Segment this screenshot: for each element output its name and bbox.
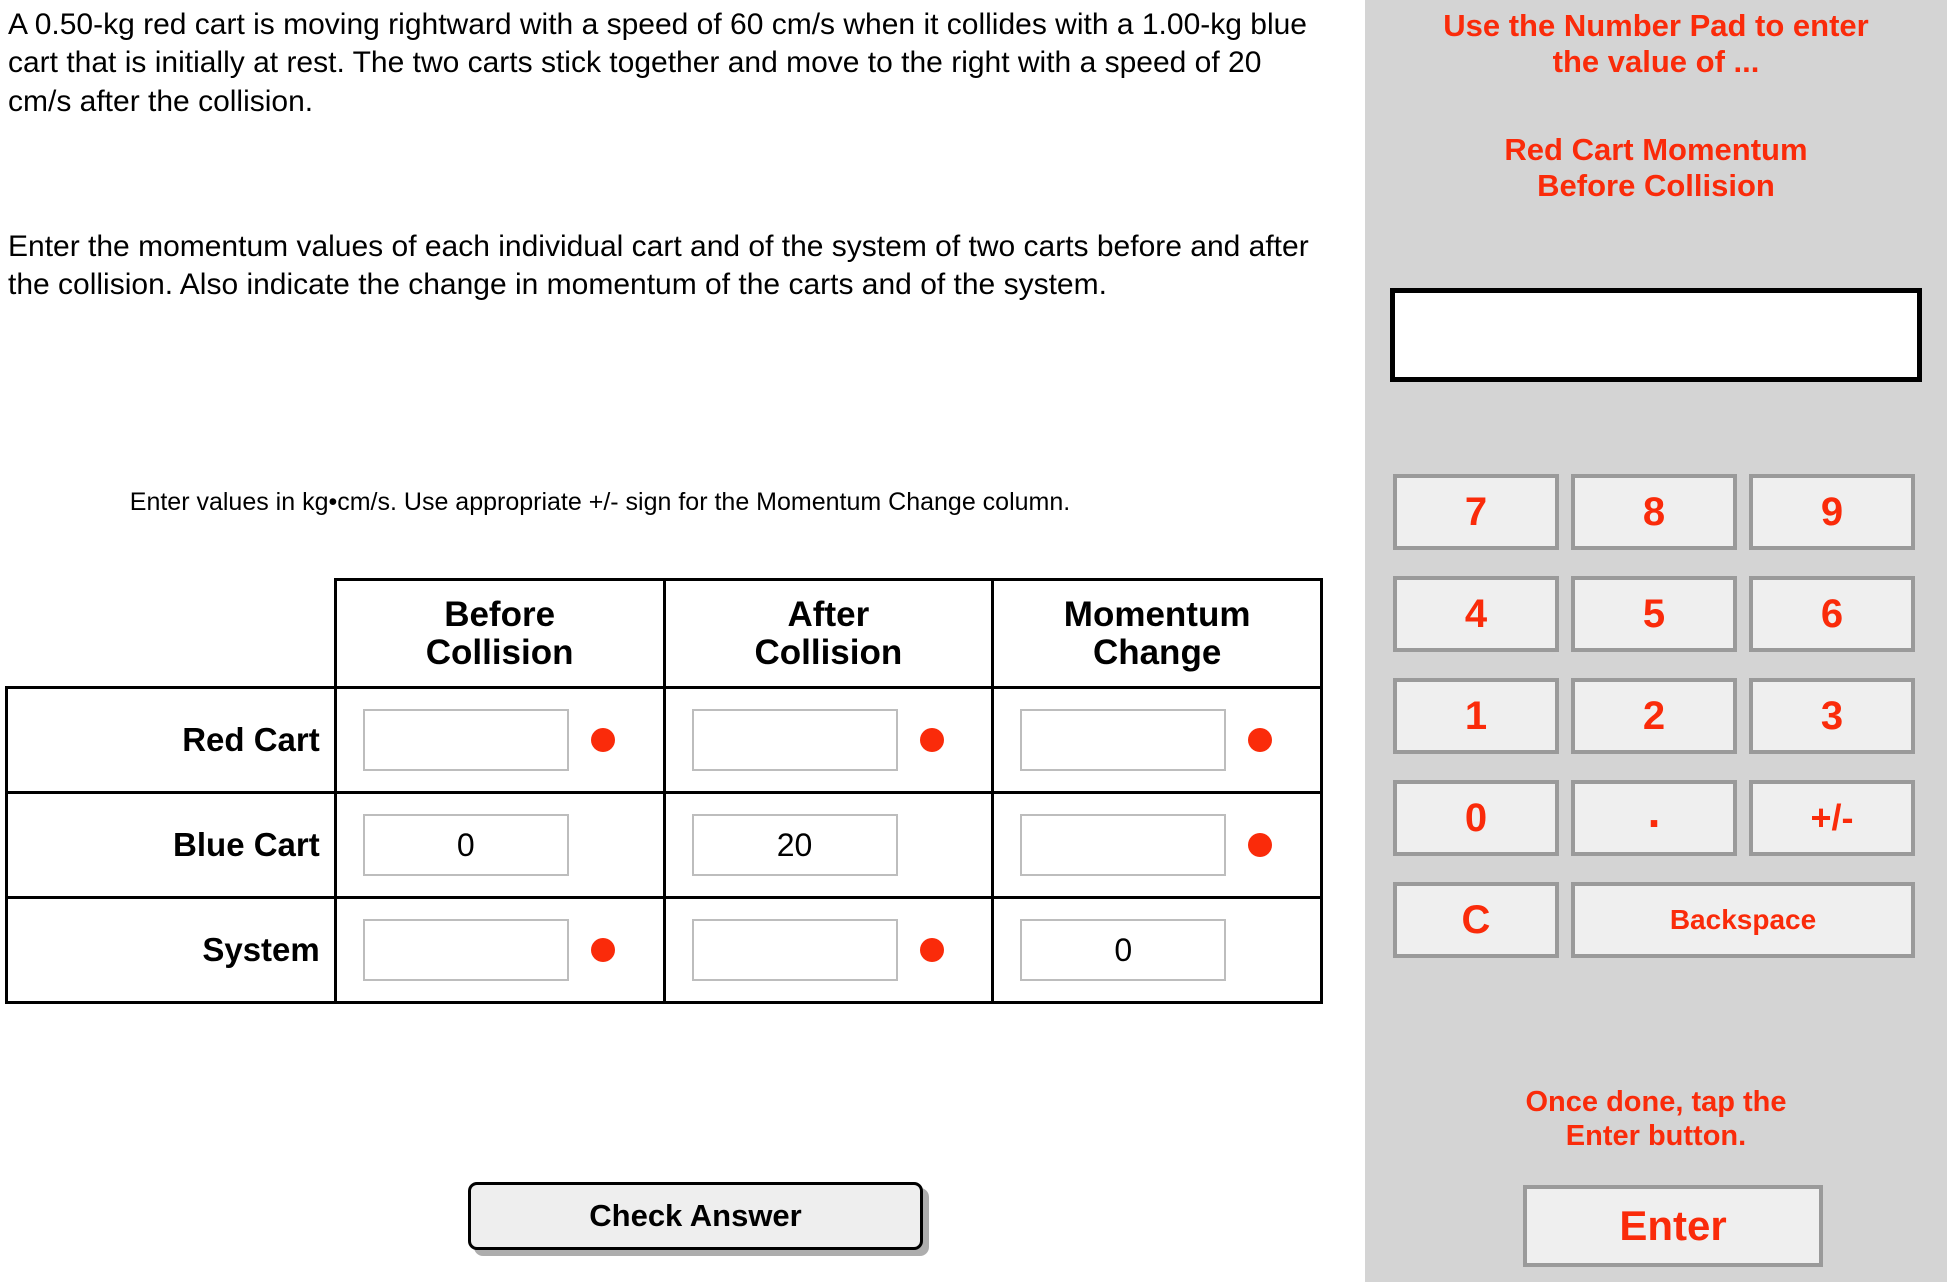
cell-red-cart-before xyxy=(333,686,666,794)
number-pad-pane: Use the Number Pad to enter the value of… xyxy=(1365,0,1947,1282)
key-8[interactable]: 8 xyxy=(1571,474,1737,550)
input-red-cart-before[interactable] xyxy=(362,709,569,771)
row-label-system: System xyxy=(5,896,337,1004)
problem-task: Enter the momentum values of each indivi… xyxy=(8,230,1309,302)
key-9[interactable]: 9 xyxy=(1749,474,1915,550)
cell-system-change: 0 xyxy=(991,896,1323,1004)
column-header-line-1: Before xyxy=(444,594,556,634)
column-header-line-1: After xyxy=(787,594,870,634)
input-blue-cart-change[interactable] xyxy=(1020,814,1227,876)
momentum-table: Before Collision After Collision Momentu… xyxy=(5,578,1323,1004)
enter-button[interactable]: Enter xyxy=(1523,1185,1823,1267)
table-header-row: Before Collision After Collision Momentu… xyxy=(7,578,1323,689)
number-pad-keys: 7 8 9 4 5 6 1 2 3 0 . +/- C Backspace xyxy=(1393,474,1917,958)
app-root: A 0.50-kg red cart is moving rightward w… xyxy=(0,0,1947,1282)
input-system-change[interactable]: 0 xyxy=(1020,919,1227,981)
column-header-line-2: Collision xyxy=(754,632,903,672)
key-6[interactable]: 6 xyxy=(1749,576,1915,652)
number-pad-instruction: Use the Number Pad to enter the value of… xyxy=(1443,8,1869,79)
required-dot-icon xyxy=(919,728,944,752)
input-blue-cart-after[interactable]: 20 xyxy=(691,814,898,876)
input-system-after[interactable] xyxy=(691,919,898,981)
cell-blue-cart-change xyxy=(991,791,1323,899)
key-0[interactable]: 0 xyxy=(1393,780,1559,856)
key-2[interactable]: 2 xyxy=(1571,678,1737,754)
required-dot-icon xyxy=(590,728,615,752)
required-dot-icon xyxy=(1248,728,1273,752)
cell-system-after xyxy=(662,896,995,1004)
table-row-blue-cart: Blue Cart 0 20 xyxy=(5,791,1323,899)
input-system-before[interactable] xyxy=(362,919,569,981)
key-5[interactable]: 5 xyxy=(1571,576,1737,652)
column-header-after-collision: After Collision xyxy=(662,578,995,689)
problem-statement: A 0.50-kg red cart is moving rightward w… xyxy=(8,8,1307,118)
number-pad-footer-note: Once done, tap the Enter button. xyxy=(1525,1086,1787,1153)
cell-blue-cart-after: 20 xyxy=(662,791,995,899)
required-dot-icon xyxy=(919,938,944,962)
problem-pane: A 0.50-kg red cart is moving rightward w… xyxy=(0,0,1365,1282)
required-dot-icon xyxy=(590,938,615,962)
key-4[interactable]: 4 xyxy=(1393,576,1559,652)
number-pad-display[interactable] xyxy=(1390,288,1922,382)
column-header-line-2: Collision xyxy=(425,632,574,672)
row-label-blue-cart: Blue Cart xyxy=(5,791,337,899)
table-row-red-cart: Red Cart xyxy=(5,686,1323,794)
key-7[interactable]: 7 xyxy=(1393,474,1559,550)
key-clear[interactable]: C xyxy=(1393,882,1559,958)
cell-red-cart-change xyxy=(991,686,1323,794)
table-corner-cell xyxy=(7,580,336,688)
input-red-cart-after[interactable] xyxy=(691,709,898,771)
table-row-system: System 0 xyxy=(5,896,1323,1004)
check-answer-button[interactable]: Check Answer xyxy=(468,1182,923,1250)
number-pad-target-label: Red Cart Momentum Before Collision xyxy=(1504,132,1808,203)
key-plus-minus[interactable]: +/- xyxy=(1749,780,1915,856)
key-3[interactable]: 3 xyxy=(1749,678,1915,754)
input-red-cart-change[interactable] xyxy=(1020,709,1227,771)
cell-blue-cart-before: 0 xyxy=(333,791,666,899)
units-note: Enter values in kg•cm/s. Use appropriate… xyxy=(129,488,1071,516)
row-label-red-cart: Red Cart xyxy=(5,686,337,794)
column-header-line-2: Change xyxy=(1092,632,1222,672)
column-header-line-1: Momentum xyxy=(1063,594,1251,634)
cell-system-before xyxy=(333,896,666,1004)
cell-red-cart-after xyxy=(662,686,995,794)
key-1[interactable]: 1 xyxy=(1393,678,1559,754)
column-header-momentum-change: Momentum Change xyxy=(991,578,1323,689)
required-dot-icon xyxy=(1248,833,1273,857)
input-blue-cart-before[interactable]: 0 xyxy=(362,814,569,876)
key-decimal-point[interactable]: . xyxy=(1571,780,1737,856)
key-backspace[interactable]: Backspace xyxy=(1571,882,1915,958)
column-header-before-collision: Before Collision xyxy=(333,578,666,689)
